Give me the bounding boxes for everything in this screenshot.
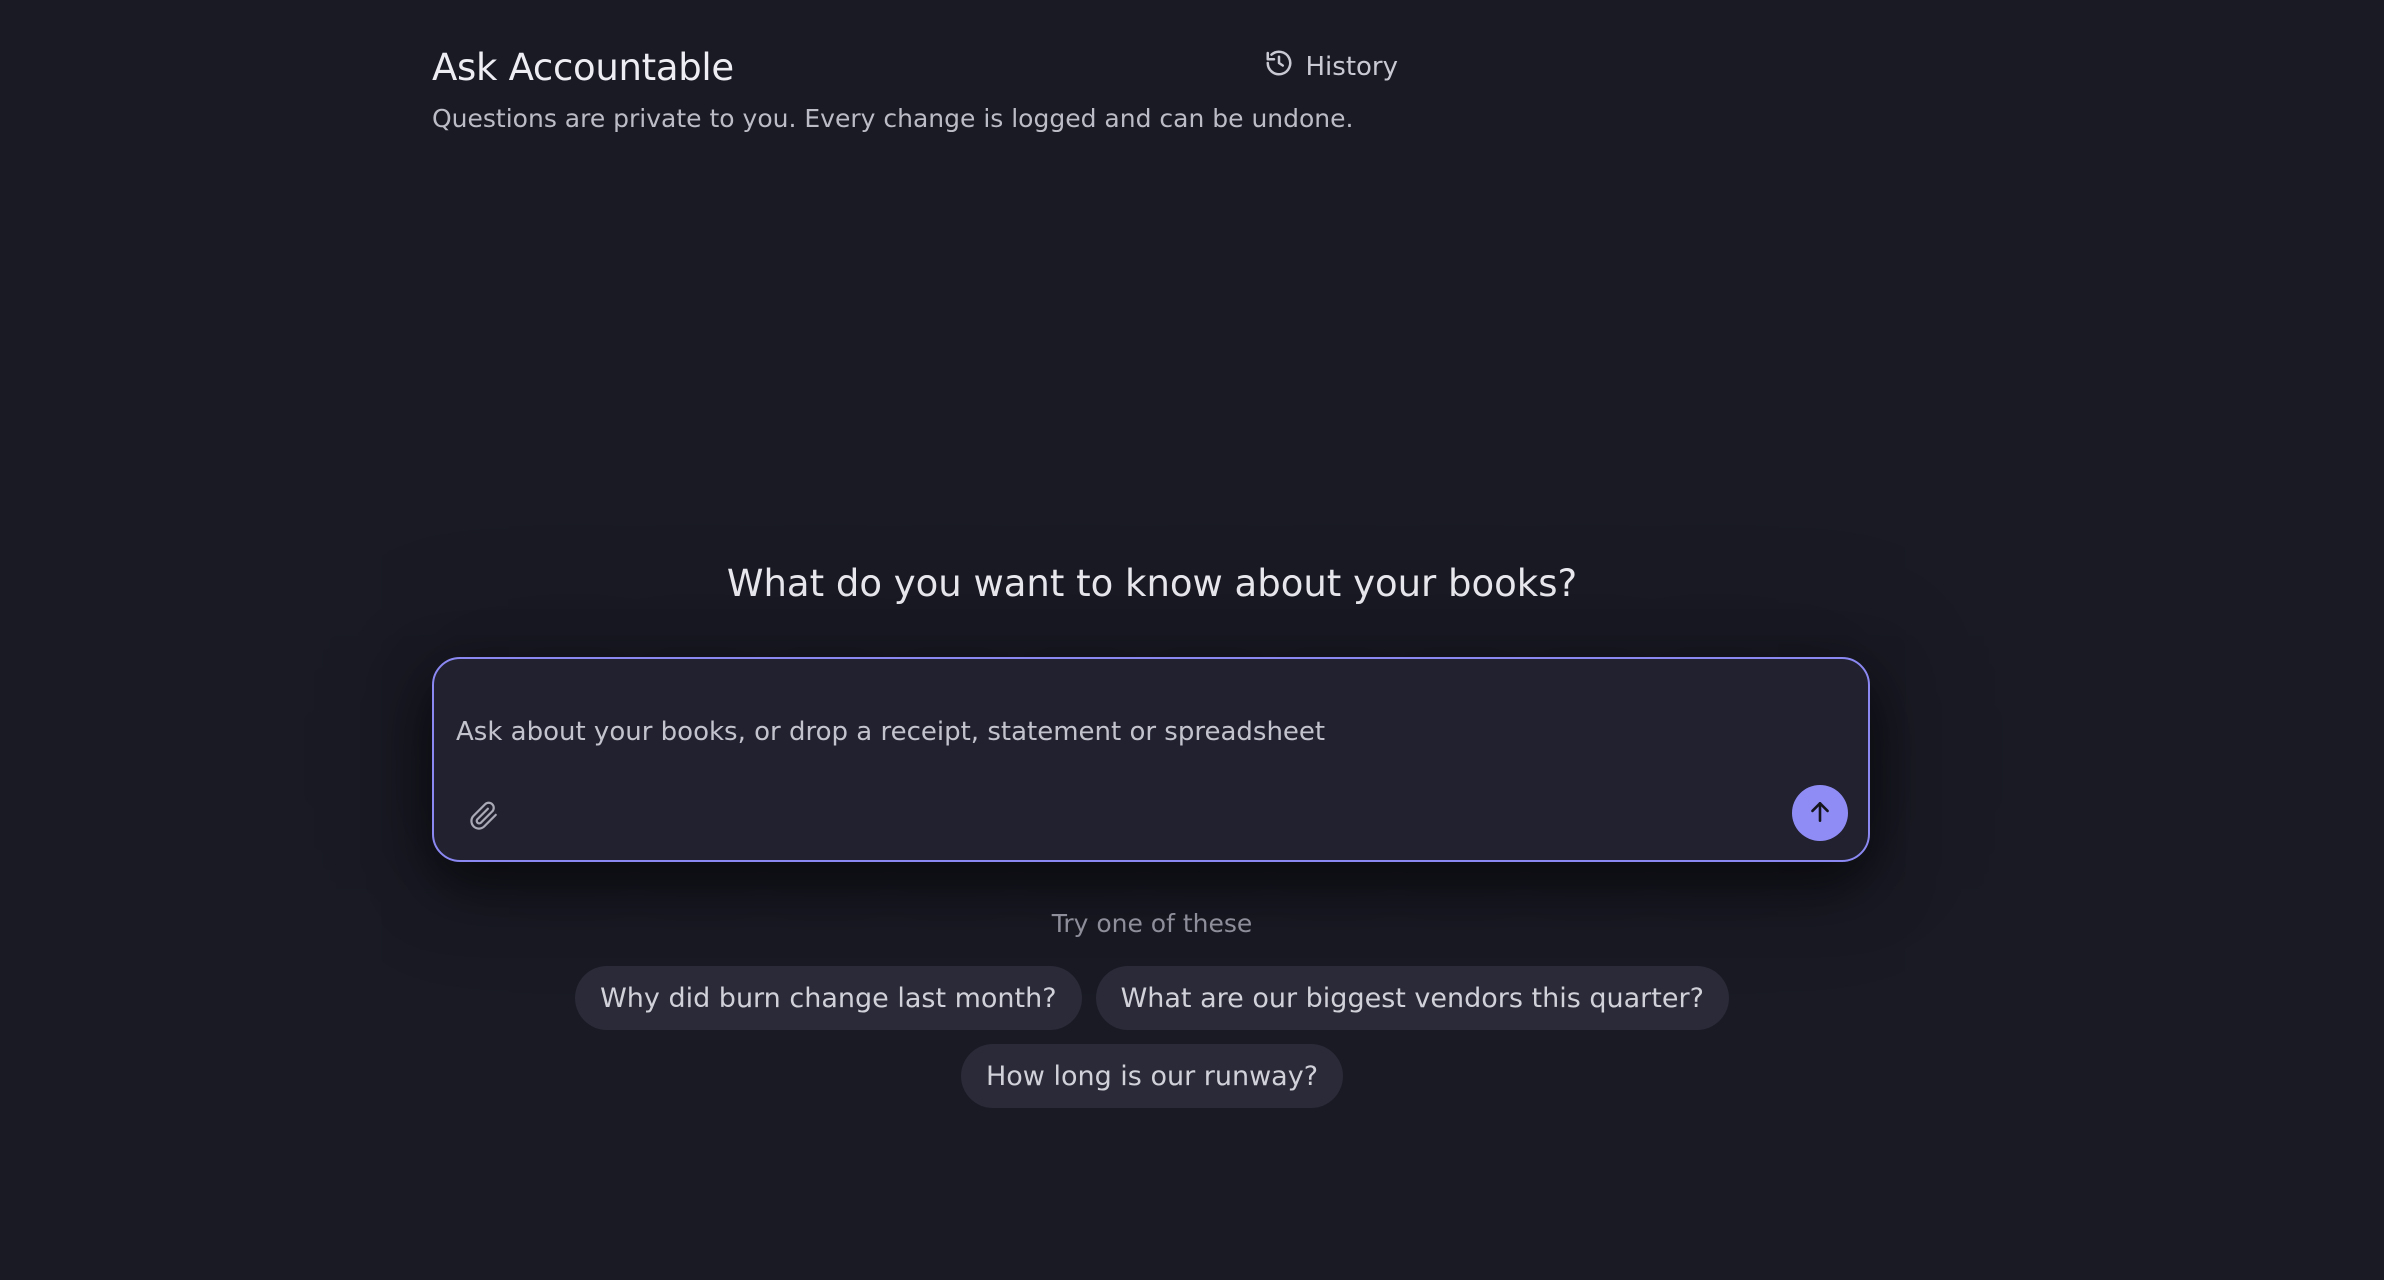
history-label: History xyxy=(1305,51,1399,82)
composer xyxy=(432,657,1870,862)
suggestion-chip-runway[interactable]: How long is our runway? xyxy=(960,1044,1344,1108)
history-icon xyxy=(1264,48,1294,85)
suggestion-chip-burn[interactable]: Why did burn change last month? xyxy=(575,966,1082,1030)
page-header: Ask Accountable Questions are private to… xyxy=(432,44,1872,136)
suggestion-row: How long is our runway? xyxy=(960,1044,1344,1108)
history-button[interactable]: History xyxy=(1258,44,1405,89)
paperclip-icon xyxy=(469,801,499,834)
suggestions-label: Try one of these xyxy=(1051,909,1253,938)
page-title: Ask Accountable xyxy=(432,46,734,89)
composer-input[interactable] xyxy=(454,711,1838,753)
hero-prompt: What do you want to know about your book… xyxy=(726,562,1578,605)
suggestion-row: Why did burn change last month? What are… xyxy=(575,966,1729,1030)
arrow-up-icon xyxy=(1807,799,1833,828)
attach-button[interactable] xyxy=(464,797,504,837)
suggestion-chip-vendors[interactable]: What are our biggest vendors this quarte… xyxy=(1095,966,1729,1030)
page-subtitle: Questions are private to you. Every chan… xyxy=(432,104,1354,133)
suggestion-chips: Why did burn change last month? What are… xyxy=(0,966,2304,1108)
send-button[interactable] xyxy=(1792,785,1848,841)
